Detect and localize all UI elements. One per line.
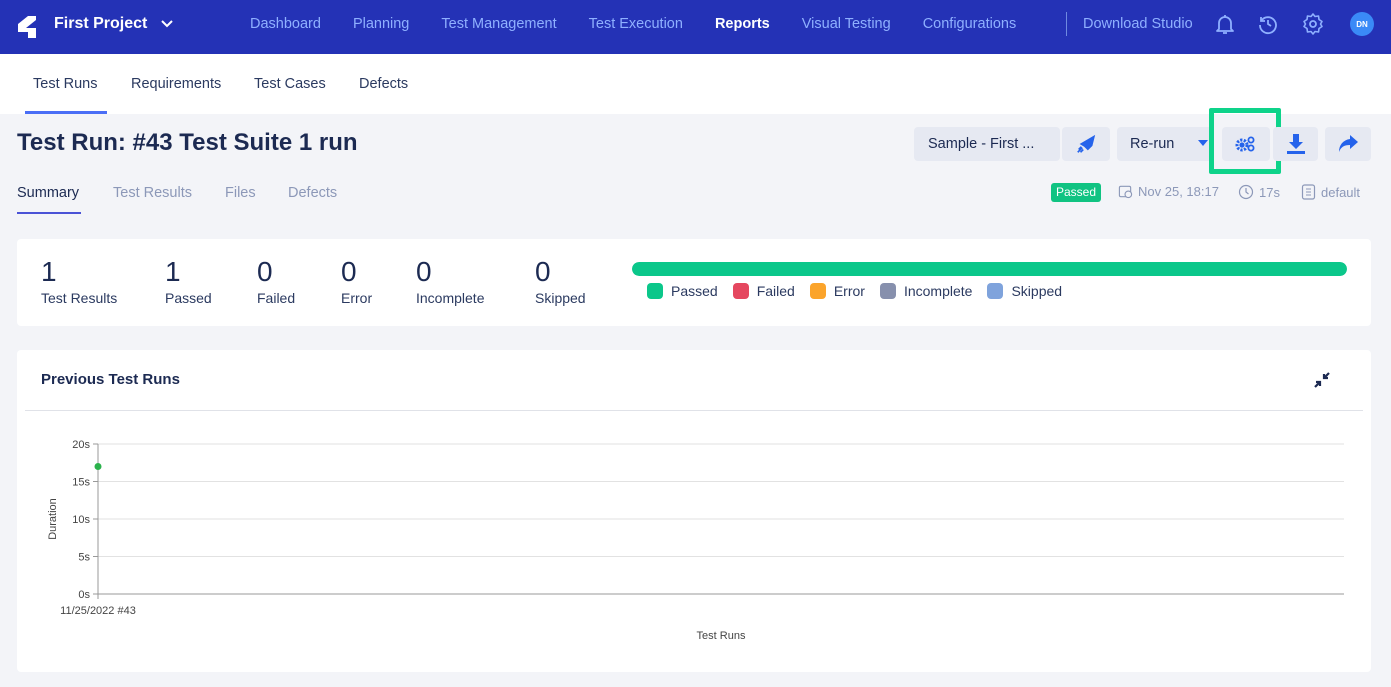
data-point [94,463,102,470]
y-tick-label: 5s [78,552,90,564]
x-axis-label: Test Runs [697,630,746,642]
y-tick-label: 10s [72,514,90,526]
y-tick-label: 15s [72,477,90,489]
y-tick-label: 20s [72,439,90,451]
y-axis-label: Duration [47,498,59,540]
x-tick-label: 11/25/2022 #43 [60,605,136,617]
y-tick-label: 0s [78,589,90,601]
previous-runs-chart: 0s 5s 10s 15s 20s 11/25/2022 #43 Test Runs Dura… [47,439,1344,642]
